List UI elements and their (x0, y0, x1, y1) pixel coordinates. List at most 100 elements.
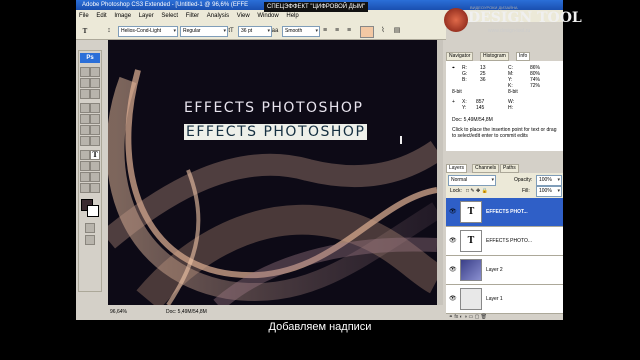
layer-row[interactable]: 👁 T EFFECTS PHOT... (446, 198, 563, 227)
layer-name: Layer 1 (486, 296, 503, 302)
eyedropper-icon: ⌖ (452, 65, 455, 71)
quick-mask-icon[interactable] (85, 223, 95, 233)
tab-layers[interactable]: Layers (446, 164, 468, 173)
layer-row[interactable]: 👁 T EFFECTS PHOTO... (446, 227, 563, 256)
warp-text-icon[interactable]: ⌇ (378, 26, 388, 36)
opacity-input[interactable]: 100% (536, 175, 562, 186)
text-color-swatch[interactable] (360, 26, 374, 38)
tab-paths[interactable]: Paths (500, 164, 519, 173)
character-panel-icon[interactable]: ▤ (392, 26, 402, 36)
font-family-select[interactable]: Helios-Cond-Light (118, 26, 178, 37)
info-b: 36 (480, 77, 486, 83)
shape-tool-icon[interactable] (90, 161, 100, 171)
background-color-swatch[interactable] (87, 205, 99, 217)
eyedropper-icon[interactable] (90, 172, 100, 182)
text-layer-thumb-icon: T (460, 230, 482, 252)
menu-filter[interactable]: Filter (183, 10, 202, 22)
tab-navigator[interactable]: Navigator (446, 52, 474, 61)
doc-size: Doc: 5,49M/54,8M (166, 309, 207, 315)
fill-label: Fill: (522, 188, 530, 194)
slice-tool-icon[interactable] (90, 89, 100, 99)
font-size-icon: tT (228, 28, 234, 34)
gradient-layer-thumb-icon (460, 259, 482, 281)
menu-file[interactable]: File (76, 10, 92, 22)
move-tool-icon[interactable] (90, 67, 100, 77)
eye-icon[interactable]: 👁 (449, 208, 457, 215)
eye-icon[interactable]: 👁 (449, 237, 457, 244)
logo-emblem-icon (444, 8, 468, 32)
align-center-icon[interactable]: ≡ (332, 26, 342, 36)
lock-label: Lock: (450, 188, 462, 194)
path-select-icon[interactable] (80, 161, 90, 171)
layer-name: Layer 2 (486, 267, 503, 273)
logo-title: DESIGN TOOL (468, 10, 582, 26)
marquee-tool-icon[interactable] (80, 67, 90, 77)
align-right-icon[interactable]: ≡ (344, 26, 354, 36)
plain-layer-thumb-icon (460, 288, 482, 310)
type-tool-active-icon[interactable]: T (90, 150, 100, 160)
layer-row[interactable]: 👁 Layer 2 (446, 256, 563, 285)
eye-icon[interactable]: 👁 (449, 266, 457, 273)
healing-brush-icon[interactable] (80, 103, 90, 113)
gradient-tool-icon[interactable] (90, 125, 100, 135)
orientation-icon[interactable]: ↕ (104, 26, 114, 36)
vertical-scrollbar[interactable] (437, 40, 443, 305)
toolbox: Ps T (78, 50, 102, 292)
document-canvas[interactable]: EFFECTS PHOTOSHOP EFFECTS PHOTOSHOP (108, 40, 437, 305)
align-left-icon[interactable]: ≡ (320, 26, 330, 36)
photoshop-window: Adobe Photoshop CS3 Extended - [Untitled… (76, 0, 563, 320)
menu-view[interactable]: View (234, 10, 253, 22)
eraser-tool-icon[interactable] (80, 125, 90, 135)
tab-channels[interactable]: Channels (472, 164, 500, 173)
tab-info[interactable]: Info (516, 52, 531, 61)
hand-tool-icon[interactable] (80, 183, 90, 193)
options-bar: T ↕ Helios-Cond-Light Regular tT 36 pt a… (76, 22, 446, 40)
window-title: Adobe Photoshop CS3 Extended - [Untitled… (82, 2, 249, 8)
info-y-coord: 145 (476, 105, 485, 111)
tab-histogram[interactable]: Histogram (480, 52, 509, 61)
zoom-tool-icon[interactable] (90, 183, 100, 193)
menu-analysis[interactable]: Analysis (204, 10, 232, 22)
zoom-level[interactable]: 96,64% (110, 307, 127, 317)
info-hint: Click to place the insertion point for t… (452, 127, 557, 139)
menu-image[interactable]: Image (111, 10, 134, 22)
blur-tool-icon[interactable] (80, 136, 90, 146)
opacity-label: Opacity: (514, 177, 533, 183)
layer-name: EFFECTS PHOT... (486, 209, 528, 215)
screen-mode-icon[interactable] (85, 235, 95, 245)
antialias-select[interactable]: Smooth (282, 26, 320, 37)
font-style-select[interactable]: Regular (180, 26, 228, 37)
logo-url: www.design-tool.ru (488, 28, 531, 34)
layer-row[interactable]: 👁 Layer 1 (446, 285, 563, 314)
menu-select[interactable]: Select (158, 10, 181, 22)
eye-icon[interactable]: 👁 (449, 295, 457, 302)
lock-icons[interactable]: □ ✎ ✥ 🔒 (466, 188, 488, 194)
canvas-text-line-2-selected[interactable]: EFFECTS PHOTOSHOP (184, 124, 368, 140)
clone-stamp-icon[interactable] (80, 114, 90, 124)
ps-logo: Ps (80, 53, 100, 63)
smoke-artwork (108, 69, 437, 305)
menu-edit[interactable]: Edit (93, 10, 109, 22)
history-brush-icon[interactable] (90, 114, 100, 124)
info-k: 72% (530, 83, 541, 89)
info-bit-left: 8-bit (452, 89, 462, 95)
brush-tool-icon[interactable] (90, 103, 100, 113)
blend-mode-select[interactable]: Normal (448, 175, 496, 186)
menu-layer[interactable]: Layer (136, 10, 157, 22)
type-tool-icon[interactable]: T (80, 26, 90, 36)
notes-tool-icon[interactable] (80, 172, 90, 182)
font-size-select[interactable]: 36 pt (238, 26, 272, 37)
dodge-tool-icon[interactable] (90, 136, 100, 146)
pen-tool-icon[interactable] (80, 150, 90, 160)
lasso-tool-icon[interactable] (80, 78, 90, 88)
magic-wand-icon[interactable] (90, 78, 100, 88)
canvas-text-line-1[interactable]: EFFECTS PHOTOSHOP (184, 100, 363, 116)
layers-panel: Normal Opacity: 100% Lock: □ ✎ ✥ 🔒 Fill:… (446, 173, 563, 320)
crosshair-icon: + (452, 99, 455, 105)
text-layer-thumb-icon: T (460, 201, 482, 223)
crop-tool-icon[interactable] (80, 89, 90, 99)
lesson-banner: СПЕЦЭФФЕКТ "ЦИФРОВОЙ ДЫМ" (264, 2, 369, 12)
text-cursor-icon (400, 136, 402, 144)
fill-input[interactable]: 100% (536, 186, 562, 197)
info-panel: ⌖ R: 13 G: 25 B: 36 C: 86% M: 80% Y: 74% K: 72%… (446, 61, 563, 151)
